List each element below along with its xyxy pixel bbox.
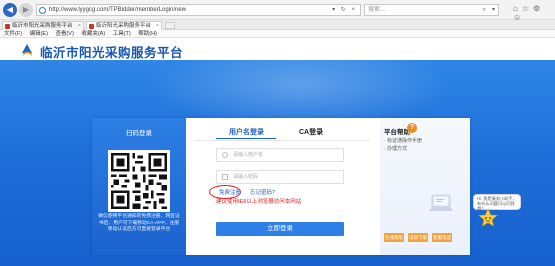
tab-username-login[interactable]: 用户名登录 [229,127,264,137]
chevron-down-icon[interactable]: ▾ [492,5,495,15]
forward-button[interactable]: ▶ [19,3,33,17]
search-icon[interactable]: ⌕ [483,5,486,15]
platform-logo-icon [22,44,33,56]
favicon-icon [5,24,10,29]
browser-toolbar: ◀ ▶ http://www.lyygcg.com/TPBidder/membe… [0,0,555,22]
browser-notice: 建议使用IE8以上浏览器访问本网站 [216,199,302,205]
menu-bar: 文件(F) 编辑(E) 查看(V) 收藏夹(A) 工具(T) 帮助(H) [0,30,555,38]
username-placeholder: 请输入用户名 [233,152,264,158]
menu-help[interactable]: 帮助(H) [138,31,157,37]
help-link-manual[interactable]: · 标证通操作手册 [384,137,422,144]
address-bar[interactable]: http://www.lyygcg.com/TPBidder/memberLog… [36,4,361,16]
computer-illustration-icon [429,194,453,211]
menu-tools[interactable]: 工具(T) [113,31,131,37]
favicon-icon [89,24,94,29]
user-icon [222,152,228,158]
tab-label: 临沂阳光采购服务平台 [96,23,152,29]
tab-1[interactable]: 临沂市阳光采购服务平台 × [2,21,84,30]
ie-icon [39,7,46,14]
search-placeholder: 搜索... [368,7,386,13]
site-title: 临沂市阳光采购服务平台 [40,46,184,60]
menu-file[interactable]: 文件(F) [4,31,22,37]
new-tab-button[interactable] [165,22,175,29]
service-phone-button[interactable]: 客服电话 [432,233,452,242]
login-tabs: 用户名登录 CA登录 [186,118,376,140]
qr-code-icon [111,153,167,209]
menu-favorites[interactable]: 收藏夹(A) [81,31,105,37]
username-field[interactable]: 请输入用户名 [216,148,344,162]
active-tab-underline [216,138,276,139]
close-icon[interactable]: × [156,22,159,30]
qr-instructions: 微信使用平台通知的免费注册、网签证书后，用户可下载移动CA-APP，注册移动认证… [98,214,180,232]
training-download-button[interactable]: 培训下载 [408,233,428,242]
search-input[interactable]: 搜索... ⌕ ▾ [364,4,499,16]
tab-label: 临沂市阳光采购服务平台 [12,23,73,29]
question-icon: ? [407,123,417,133]
address-actions-icon[interactable]: ▾ ↻ × [332,5,357,15]
menu-edit[interactable]: 编辑(E) [30,31,48,37]
password-placeholder: 请输入密码 [233,174,259,180]
back-button[interactable]: ◀ [3,3,17,17]
login-button[interactable]: 立即登录 [216,222,344,236]
tab-strip: 临沂市阳光采购服务平台 × 临沂阳光采购服务平台 × [0,20,555,30]
tab-2[interactable]: 临沂阳光采购服务平台 × [86,21,162,30]
menu-view[interactable]: 查看(V) [55,31,73,37]
qr-title: 扫码登录 [126,130,152,137]
forgot-password-link[interactable]: 忘记密码? [250,188,275,196]
address-text: http://www.lyygcg.com/TPBidder/memberLog… [49,7,187,13]
close-icon[interactable]: × [78,22,81,30]
tab-ca-login[interactable]: CA登录 [299,127,323,137]
online-help-button[interactable]: 在线帮助 [384,233,404,242]
assistant-mascot-icon[interactable] [478,208,498,228]
help-link-method[interactable]: · 办理方式 [384,145,407,152]
tabs-divider [196,140,370,141]
qr-code [108,150,170,212]
password-field[interactable]: 请输入密码 [216,170,344,184]
lock-icon [222,174,228,180]
qr-section: 扫码登录 微信使用平台通知的免费注册、网签证书后，用户可下载移动CA-APP，注… [92,118,186,255]
register-link[interactable]: 免费注册 [219,188,241,196]
